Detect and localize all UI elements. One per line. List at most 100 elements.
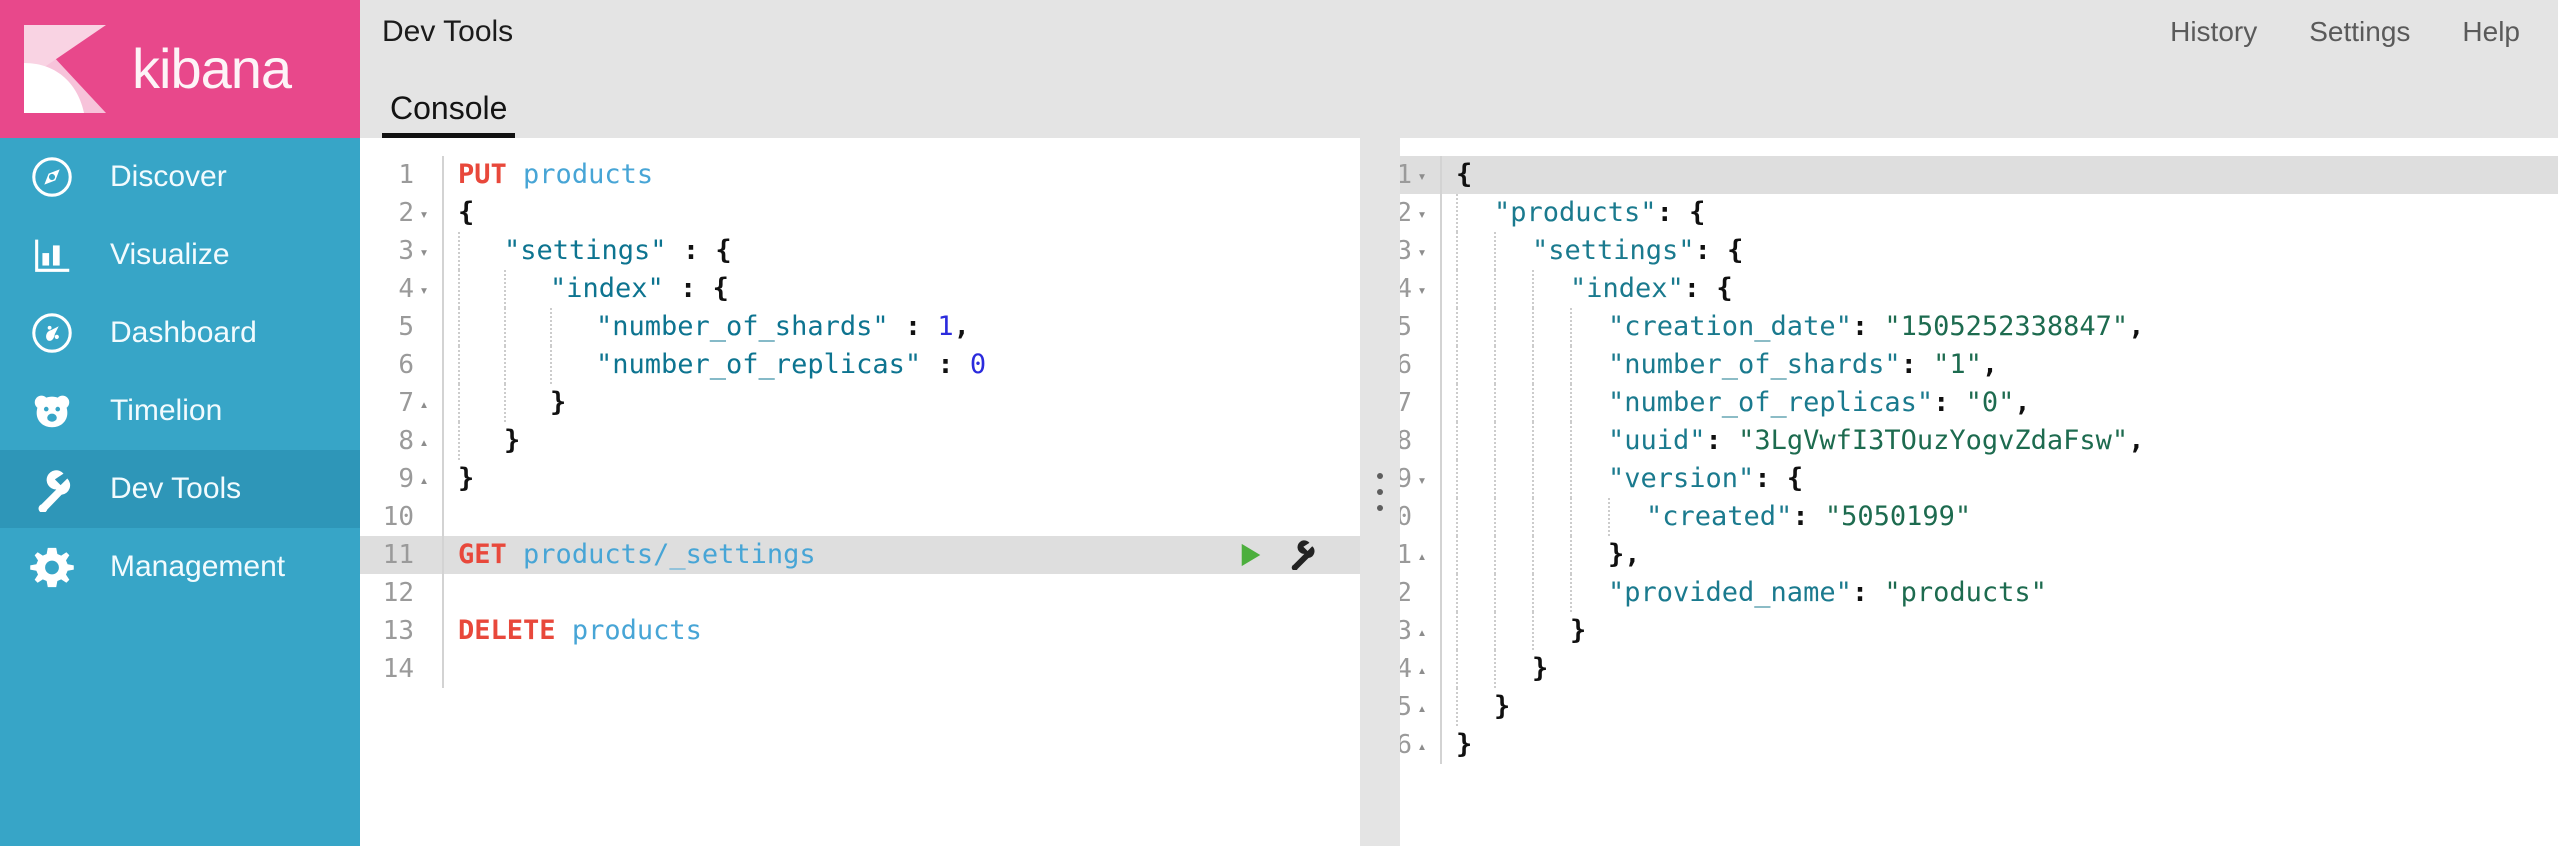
code-token: } xyxy=(550,387,567,418)
code-text: "number_of_shards": "1", xyxy=(1442,346,2558,384)
indent-guide xyxy=(1494,346,1532,384)
code-text: "products": { xyxy=(1442,194,2558,232)
fold-down-icon[interactable]: ▾ xyxy=(1412,205,1432,223)
line-number-gutter[interactable]: 11 xyxy=(360,540,436,570)
line-number-gutter[interactable]: 12 xyxy=(360,578,436,608)
code-line[interactable]: 12 xyxy=(360,574,1360,612)
line-number: 11 xyxy=(382,540,414,570)
fold-up-icon[interactable]: ▴ xyxy=(414,433,434,451)
fold-up-icon[interactable]: ▴ xyxy=(1412,737,1432,755)
code-line[interactable]: 3 ▾ "settings" : { xyxy=(360,232,1360,270)
tab-console[interactable]: Console xyxy=(382,89,516,138)
line-number: 4 xyxy=(398,274,414,304)
fold-up-icon[interactable]: ▴ xyxy=(1412,661,1432,679)
code-line[interactable]: 14▴} xyxy=(1360,650,2558,688)
code-line[interactable]: 10 xyxy=(360,498,1360,536)
code-line[interactable]: 1 ▾{ xyxy=(1360,156,2558,194)
line-number-gutter[interactable]: 4 ▾ xyxy=(360,274,436,304)
code-line[interactable]: 8 "uuid": "3LgVwfI3TOuzYogvZdaFsw", xyxy=(1360,422,2558,460)
code-line[interactable]: 8 ▴} xyxy=(360,422,1360,460)
sidebar-item-timelion[interactable]: Timelion xyxy=(0,372,360,450)
code-line[interactable]: 3 ▾ "settings": { xyxy=(1360,232,2558,270)
sidebar-item-dev-tools[interactable]: Dev Tools xyxy=(0,450,360,528)
code-line[interactable]: 11▴}, xyxy=(1360,536,2558,574)
line-number-gutter[interactable]: 9 ▴ xyxy=(360,464,436,494)
code-line[interactable]: 5 "number_of_shards" : 1, xyxy=(360,308,1360,346)
header-link-history[interactable]: History xyxy=(2170,16,2257,48)
code-line[interactable]: 1 PUT products xyxy=(360,156,1360,194)
sidebar-item-visualize[interactable]: Visualize xyxy=(0,216,360,294)
code-line[interactable]: 2 ▾ "products": { xyxy=(1360,194,2558,232)
code-token: "products" xyxy=(1494,197,1657,228)
header-link-help[interactable]: Help xyxy=(2462,16,2520,48)
console-request-editor[interactable]: 1 PUT products 2 ▾{3 ▾ "settings" : {4 ▾ "index… xyxy=(360,138,1360,846)
code-line[interactable]: 13 DELETE products xyxy=(360,612,1360,650)
sidebar-item-management[interactable]: Management xyxy=(0,528,360,606)
line-number-gutter[interactable]: 10 xyxy=(360,502,436,532)
fold-up-icon[interactable]: ▴ xyxy=(1412,547,1432,565)
code-line[interactable]: 4 ▾ "index": { xyxy=(1360,270,2558,308)
code-text: }, xyxy=(1442,536,2558,574)
fold-down-icon[interactable]: ▾ xyxy=(1412,471,1432,489)
indent-guide xyxy=(1532,270,1570,308)
indent-guide xyxy=(1456,308,1494,346)
fold-down-icon[interactable]: ▾ xyxy=(1412,243,1432,261)
code-line[interactable]: 10"created": "5050199" xyxy=(1360,498,2558,536)
line-number: 2 xyxy=(398,198,414,228)
code-line[interactable]: 12"provided_name": "products" xyxy=(1360,574,2558,612)
code-line[interactable]: 7 ▴} xyxy=(360,384,1360,422)
code-line[interactable]: 6 "number_of_shards": "1", xyxy=(1360,346,2558,384)
code-token: "provided_name" xyxy=(1608,577,1852,608)
indent-guide xyxy=(1456,232,1494,270)
line-number-gutter[interactable]: 8 ▴ xyxy=(360,426,436,456)
indent-guide xyxy=(1570,308,1608,346)
fold-down-icon[interactable]: ▾ xyxy=(1412,281,1432,299)
fold-up-icon[interactable]: ▴ xyxy=(1412,623,1432,641)
code-line[interactable]: 5 "creation_date": "1505252338847", xyxy=(1360,308,2558,346)
code-text: GET products/_settings xyxy=(444,536,1360,574)
code-line[interactable]: 16▴} xyxy=(1360,726,2558,764)
code-line[interactable]: 9 ▾ "version": { xyxy=(1360,460,2558,498)
code-token: }, xyxy=(1608,539,1641,570)
line-number-gutter[interactable]: 3 ▾ xyxy=(360,236,436,266)
line-number-gutter[interactable]: 7 ▴ xyxy=(360,388,436,418)
code-token: : xyxy=(666,235,716,266)
code-token: { xyxy=(458,197,475,228)
code-line[interactable]: 14 xyxy=(360,650,1360,688)
code-token: 0 xyxy=(969,349,987,380)
sidebar-item-discover[interactable]: Discover xyxy=(0,138,360,216)
fold-up-icon[interactable]: ▴ xyxy=(414,471,434,489)
line-number-gutter[interactable]: 6 xyxy=(360,350,436,380)
fold-down-icon[interactable]: ▾ xyxy=(414,243,434,261)
kibana-brand[interactable]: kibana xyxy=(0,0,360,138)
console-response-editor[interactable]: 1 ▾{2 ▾ "products": {3 ▾ "settings": {4 ▾ "inde… xyxy=(1360,138,2558,846)
fold-up-icon[interactable]: ▴ xyxy=(1412,699,1432,717)
code-text: "index": { xyxy=(1442,270,2558,308)
fold-up-icon[interactable]: ▴ xyxy=(414,395,434,413)
code-line[interactable]: 7 "number_of_replicas": "0", xyxy=(1360,384,2558,422)
code-line[interactable]: 6 "number_of_replicas" : 0 xyxy=(360,346,1360,384)
code-token: : xyxy=(1683,273,1717,304)
code-line[interactable]: 11 GET products/_settings xyxy=(360,536,1360,574)
line-number-gutter[interactable]: 1 xyxy=(360,160,436,190)
code-line[interactable]: 4 ▾ "index" : { xyxy=(360,270,1360,308)
indent-guide xyxy=(1532,308,1570,346)
code-line[interactable]: 13▴} xyxy=(1360,612,2558,650)
code-text: "number_of_shards" : 1, xyxy=(444,308,1360,346)
line-number-gutter[interactable]: 2 ▾ xyxy=(360,198,436,228)
code-token: : xyxy=(1656,197,1690,228)
line-number-gutter[interactable]: 5 xyxy=(360,312,436,342)
sidebar-item-dashboard[interactable]: Dashboard xyxy=(0,294,360,372)
code-line[interactable]: 9 ▴} xyxy=(360,460,1360,498)
line-number-gutter[interactable]: 14 xyxy=(360,654,436,684)
fold-down-icon[interactable]: ▾ xyxy=(414,281,434,299)
line-number-gutter[interactable]: 13 xyxy=(360,616,436,646)
code-line[interactable]: 15▴} xyxy=(1360,688,2558,726)
code-token: "version" xyxy=(1608,463,1755,494)
fold-down-icon[interactable]: ▾ xyxy=(414,205,434,223)
indent-guide xyxy=(1570,460,1608,498)
pane-resizer[interactable] xyxy=(1360,138,1400,846)
header-link-settings[interactable]: Settings xyxy=(2309,16,2410,48)
code-line[interactable]: 2 ▾ { xyxy=(360,194,1360,232)
fold-down-icon[interactable]: ▾ xyxy=(1412,167,1432,185)
